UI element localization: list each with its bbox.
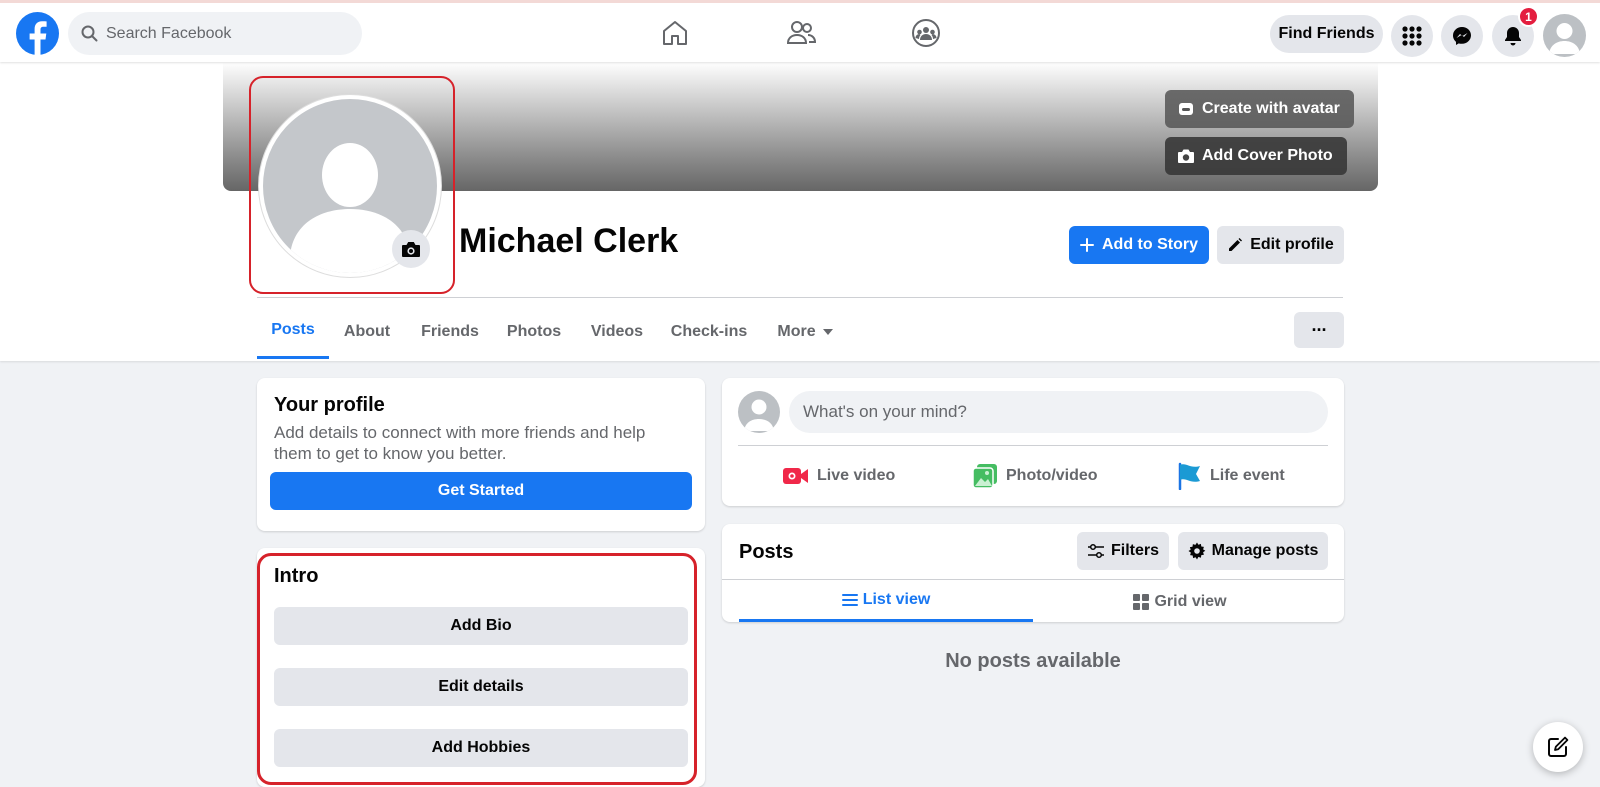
camera-icon (402, 242, 420, 257)
add-cover-label: Add Cover Photo (1202, 147, 1333, 164)
bell-icon (1505, 27, 1521, 46)
search-icon (81, 25, 98, 42)
tab-label: Check-ins (670, 322, 748, 340)
whats-on-your-mind-input[interactable]: What's on your mind? (789, 391, 1328, 433)
filters-label: Filters (1110, 542, 1159, 559)
tab-about[interactable]: About (337, 304, 397, 359)
photo-video-label: Photo/video (1006, 467, 1098, 484)
flag-icon (1178, 462, 1200, 490)
composer-divider (738, 445, 1328, 446)
no-posts-message: No posts available (945, 650, 1121, 672)
photo-video-icon (972, 464, 997, 489)
find-friends-button[interactable]: Find Friends (1270, 15, 1383, 53)
grid-icon (1133, 593, 1150, 610)
intro-highlight (257, 553, 697, 785)
live-video-button[interactable]: Live video (782, 461, 895, 491)
composer-avatar[interactable] (738, 391, 780, 433)
manage-posts-label: Manage posts (1211, 542, 1319, 559)
tab-posts[interactable]: Posts (257, 304, 329, 359)
add-cover-photo-button[interactable]: Add Cover Photo (1165, 137, 1347, 175)
compose-icon (1548, 736, 1569, 757)
grid-view-tab[interactable]: Grid view (1033, 581, 1327, 622)
find-friends-label: Find Friends (1278, 25, 1375, 42)
add-to-story-button[interactable]: Add to Story (1069, 226, 1209, 264)
plus-icon (1080, 238, 1094, 252)
manage-posts-button[interactable]: Manage posts (1178, 532, 1328, 570)
home-icon[interactable] (655, 13, 695, 53)
camera-icon (1178, 149, 1194, 163)
grid-view-label: Grid view (1154, 592, 1227, 610)
top-navigation-bar: Find Friends 1 (0, 0, 1600, 62)
tab-label: Friends (421, 322, 479, 340)
edit-profile-label: Edit profile (1250, 236, 1334, 253)
more-options-button[interactable]: ··· (1294, 312, 1344, 348)
your-profile-card: Your profile Add details to connect with… (257, 378, 705, 531)
messenger-icon (1453, 27, 1471, 45)
account-avatar[interactable] (1543, 14, 1586, 57)
filters-button[interactable]: Filters (1077, 532, 1169, 570)
facebook-logo-icon[interactable] (16, 12, 59, 55)
tab-label: Posts (271, 321, 315, 338)
tab-check-ins[interactable]: Check-ins (667, 304, 751, 359)
search-box[interactable] (68, 12, 362, 55)
create-avatar-button[interactable]: Create with avatar (1165, 90, 1354, 128)
messenger-button[interactable] (1441, 15, 1483, 57)
list-icon (841, 594, 858, 606)
caret-down-icon (822, 328, 833, 335)
more-options-label: ··· (1311, 319, 1328, 340)
avatar-icon (1179, 103, 1193, 115)
list-view-tab[interactable]: List view (739, 581, 1033, 622)
get-started-button[interactable]: Get Started (270, 472, 692, 510)
edit-profile-button[interactable]: Edit profile (1217, 226, 1344, 264)
composer-placeholder: What's on your mind? (803, 402, 967, 421)
photo-video-button[interactable]: Photo/video (972, 461, 1098, 491)
profile-name: Michael Clerk (459, 222, 679, 260)
menu-grid-icon (1402, 26, 1422, 46)
tab-label: Videos (590, 322, 644, 340)
your-profile-title: Your profile (274, 394, 385, 416)
tab-friends[interactable]: Friends (416, 304, 484, 359)
groups-icon[interactable] (906, 13, 946, 53)
posts-title: Posts (739, 541, 794, 563)
new-message-button[interactable] (1533, 722, 1583, 772)
search-input[interactable] (106, 12, 346, 55)
tab-photos[interactable]: Photos (501, 304, 567, 359)
list-view-label: List view (862, 591, 931, 608)
tab-label: Photos (506, 322, 562, 340)
tab-more[interactable]: More (772, 304, 838, 359)
life-event-button[interactable]: Life event (1176, 461, 1285, 491)
tab-videos[interactable]: Videos (584, 304, 650, 359)
add-to-story-label: Add to Story (1102, 236, 1198, 253)
posts-divider (722, 579, 1344, 580)
live-video-label: Live video (817, 467, 896, 484)
tab-label: About (343, 322, 391, 340)
menu-grid-button[interactable] (1391, 15, 1433, 57)
header-divider (257, 297, 1343, 298)
tab-label: More (777, 322, 816, 340)
friends-icon[interactable] (781, 13, 821, 53)
live-video-icon (783, 468, 808, 484)
gear-icon (1188, 542, 1205, 560)
pencil-icon (1229, 238, 1243, 251)
profile-header: Create with avatar Add Cover Photo Micha… (0, 62, 1600, 361)
create-avatar-label: Create with avatar (1202, 100, 1340, 117)
your-profile-description: Add details to connect with more friends… (274, 423, 646, 463)
profile-picture-camera-button[interactable] (392, 230, 430, 268)
life-event-label: Life event (1210, 467, 1285, 484)
filter-sliders-icon (1087, 543, 1104, 559)
notification-badge: 1 (1518, 6, 1539, 27)
get-started-label: Get Started (437, 482, 525, 499)
